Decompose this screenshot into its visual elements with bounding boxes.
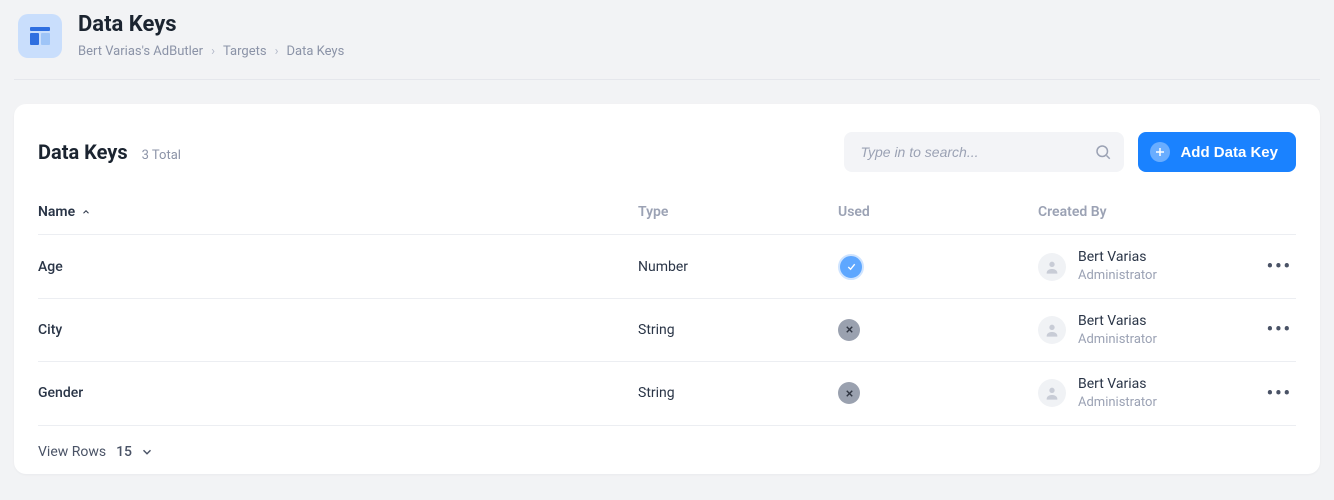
- cell-type: String: [638, 385, 838, 401]
- cell-used: [838, 382, 1038, 404]
- creator-role: Administrator: [1078, 332, 1157, 348]
- chevron-down-icon: [140, 445, 154, 459]
- creator-name: Bert Varias: [1078, 376, 1157, 393]
- row-actions-button[interactable]: •••: [1256, 256, 1296, 277]
- table-row: CityString Bert Varias Administrator •••: [38, 299, 1296, 362]
- column-label: Name: [38, 204, 75, 220]
- cell-type: String: [638, 322, 838, 338]
- row-actions-button[interactable]: •••: [1256, 319, 1296, 340]
- check-icon: [838, 254, 864, 280]
- table-footer: View Rows 15: [38, 426, 1296, 460]
- card-count: 3 Total: [142, 148, 181, 163]
- x-icon: [838, 382, 860, 404]
- data-keys-table: Name Type Used Created By AgeNumber Bert …: [38, 194, 1296, 425]
- creator-name: Bert Varias: [1078, 249, 1157, 266]
- search-wrap: [844, 132, 1124, 172]
- rows-per-page-select[interactable]: 15: [116, 444, 154, 460]
- creator-role: Administrator: [1078, 268, 1157, 284]
- breadcrumb-item[interactable]: Bert Varias's AdButler: [78, 44, 203, 59]
- avatar: [1038, 253, 1066, 281]
- column-header-name[interactable]: Name: [38, 204, 638, 220]
- cell-name: Gender: [38, 385, 638, 401]
- search-input[interactable]: [844, 132, 1124, 172]
- cell-created-by: Bert Varias Administrator: [1038, 313, 1256, 347]
- cell-type: Number: [638, 259, 838, 275]
- table-row: AgeNumber Bert Varias Administrator •••: [38, 235, 1296, 298]
- search-icon: [1094, 143, 1112, 161]
- cell-name: Age: [38, 259, 638, 275]
- creator-name: Bert Varias: [1078, 313, 1157, 330]
- breadcrumb-item[interactable]: Targets: [223, 44, 267, 59]
- breadcrumb-item: Data Keys: [286, 44, 344, 59]
- creator-role: Administrator: [1078, 395, 1157, 411]
- app-icon: [18, 14, 62, 58]
- page-title: Data Keys: [78, 12, 344, 38]
- view-rows-label: View Rows: [38, 444, 106, 460]
- cell-name: City: [38, 322, 638, 338]
- breadcrumb: Bert Varias's AdButler › Targets › Data …: [78, 44, 344, 59]
- plus-icon: [1150, 142, 1170, 162]
- cell-used: [838, 319, 1038, 341]
- cell-created-by: Bert Varias Administrator: [1038, 249, 1256, 283]
- card-title: Data Keys: [38, 140, 128, 164]
- column-header-used[interactable]: Used: [838, 204, 1038, 220]
- breadcrumb-separator: ›: [275, 44, 279, 59]
- column-header-created-by[interactable]: Created By: [1038, 204, 1256, 220]
- page-header: Data Keys Bert Varias's AdButler › Targe…: [14, 12, 1320, 80]
- breadcrumb-separator: ›: [211, 44, 215, 59]
- avatar: [1038, 379, 1066, 407]
- add-button-label: Add Data Key: [1180, 144, 1278, 161]
- x-icon: [838, 319, 860, 341]
- row-actions-button[interactable]: •••: [1256, 383, 1296, 404]
- add-data-key-button[interactable]: Add Data Key: [1138, 132, 1296, 172]
- rows-value: 15: [116, 444, 132, 460]
- table-header-row: Name Type Used Created By: [38, 194, 1296, 235]
- cell-used: [838, 254, 1038, 280]
- data-keys-card: Data Keys 3 Total Add Data Key Name: [14, 104, 1320, 473]
- table-row: GenderString Bert Varias Administrator •••: [38, 362, 1296, 425]
- column-header-type[interactable]: Type: [638, 204, 838, 220]
- avatar: [1038, 316, 1066, 344]
- cell-created-by: Bert Varias Administrator: [1038, 376, 1256, 410]
- sort-asc-icon: [81, 207, 91, 217]
